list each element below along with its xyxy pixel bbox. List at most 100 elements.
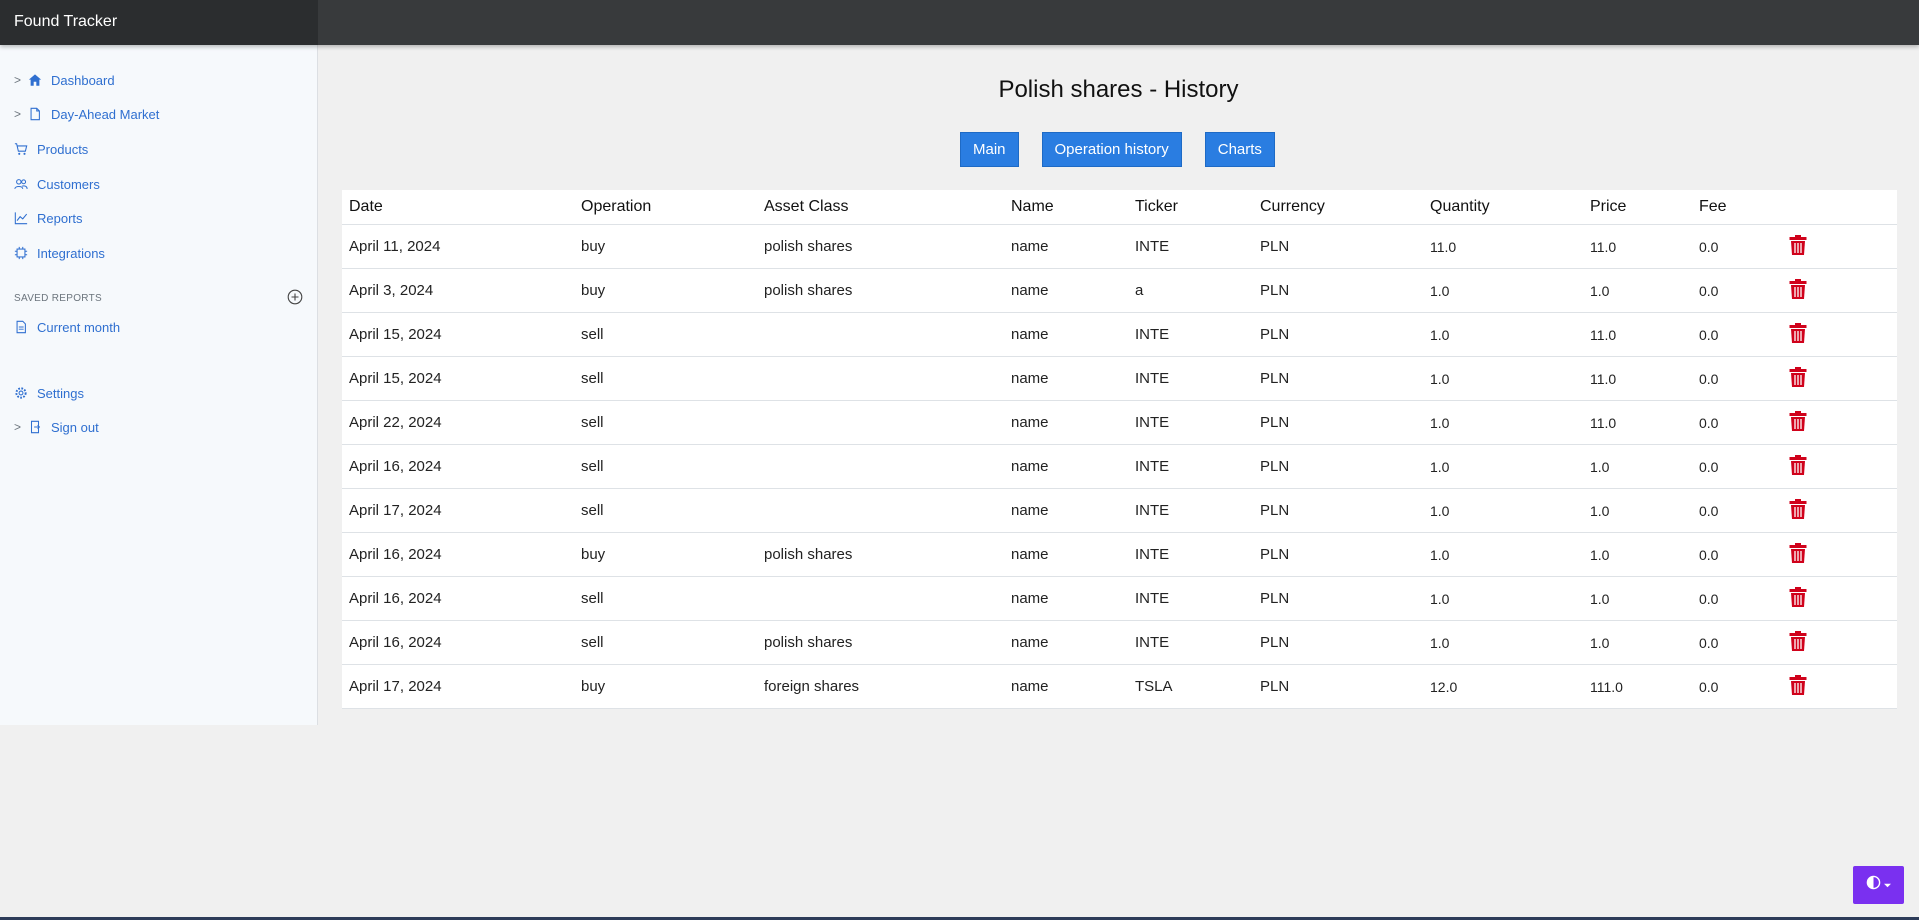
cell-operation: sell (574, 488, 757, 533)
cell-price: 1.0 (1583, 620, 1692, 665)
cell-name: name (1004, 400, 1128, 445)
delete-icon[interactable] (1789, 454, 1807, 476)
sidebar-item-products[interactable]: Products (14, 139, 88, 159)
cell-name: name (1004, 532, 1128, 577)
chip-icon (14, 246, 28, 260)
charts-button[interactable]: Charts (1204, 132, 1275, 167)
cell-currency: PLN (1253, 576, 1423, 621)
cell-currency: PLN (1253, 224, 1423, 269)
cell-actions (1782, 664, 1897, 709)
app-brand[interactable]: Found Tracker (0, 0, 318, 45)
column-header-asset-class: Asset Class (757, 190, 1004, 225)
cell-asset-class (757, 356, 1004, 401)
cell-asset-class: polish shares (757, 224, 1004, 269)
delete-icon[interactable] (1789, 674, 1807, 696)
contrast-icon (1866, 875, 1881, 895)
chevron-right-icon: > (14, 107, 22, 121)
history-table-body: April 11, 2024 buy polish shares name INTE PL… (342, 224, 1897, 709)
cell-date: April 17, 2024 (342, 488, 574, 533)
column-header-ticker: Ticker (1128, 190, 1253, 225)
cell-name: name (1004, 620, 1128, 665)
sidebar-item-settings[interactable]: Settings (14, 383, 84, 403)
cell-ticker: a (1128, 268, 1253, 313)
cell-quantity: 1.0 (1423, 620, 1583, 665)
cell-date: April 22, 2024 (342, 400, 574, 445)
saved-reports-heading: SAVED REPORTS (14, 293, 102, 304)
table-row: April 3, 2024 buy polish shares name a PLN 1.0… (342, 268, 1897, 313)
cell-ticker: INTE (1128, 400, 1253, 445)
users-icon (14, 177, 28, 191)
delete-icon[interactable] (1789, 498, 1807, 520)
cell-fee: 0.0 (1692, 400, 1782, 445)
cell-asset-class: foreign shares (757, 664, 1004, 709)
cell-operation: buy (574, 224, 757, 269)
delete-icon[interactable] (1789, 366, 1807, 388)
sidebar-item-dashboard[interactable]: > Dashboard (14, 70, 115, 90)
cell-date: April 16, 2024 (342, 532, 574, 577)
cell-fee: 0.0 (1692, 620, 1782, 665)
sidebar-item-label: Reports (37, 210, 83, 226)
table-row: April 11, 2024 buy polish shares name INTE PL… (342, 224, 1897, 269)
history-table: Date Operation Asset Class Name Ticker C… (342, 190, 1897, 709)
top-navbar: Found Tracker (0, 0, 1919, 45)
delete-icon[interactable] (1789, 278, 1807, 300)
delete-icon[interactable] (1789, 542, 1807, 564)
cell-date: April 15, 2024 (342, 356, 574, 401)
cell-asset-class: polish shares (757, 268, 1004, 313)
cell-ticker: INTE (1128, 576, 1253, 621)
cell-asset-class: polish shares (757, 620, 1004, 665)
column-header-operation: Operation (574, 190, 757, 225)
main-button[interactable]: Main (960, 132, 1019, 167)
theme-toggle-button[interactable] (1853, 866, 1904, 904)
cell-actions (1782, 488, 1897, 533)
delete-icon[interactable] (1789, 410, 1807, 432)
cell-operation: sell (574, 356, 757, 401)
sidebar-item-day-ahead-market[interactable]: > Day-Ahead Market (14, 104, 159, 124)
add-report-icon[interactable] (287, 289, 303, 305)
cell-ticker: TSLA (1128, 664, 1253, 709)
delete-icon[interactable] (1789, 630, 1807, 652)
cell-price: 11.0 (1583, 400, 1692, 445)
sidebar-item-sign-out[interactable]: > Sign out (14, 417, 99, 437)
cell-operation: sell (574, 620, 757, 665)
saved-report-current-month[interactable]: Current month (14, 317, 120, 337)
cell-fee: 0.0 (1692, 664, 1782, 709)
cell-currency: PLN (1253, 312, 1423, 357)
operation-history-button[interactable]: Operation history (1041, 132, 1182, 167)
table-row: April 16, 2024 buy polish shares name INTE PL… (342, 532, 1897, 577)
cell-actions (1782, 576, 1897, 621)
caret-down-icon (1884, 876, 1891, 894)
cell-operation: sell (574, 400, 757, 445)
cell-price: 1.0 (1583, 532, 1692, 577)
cell-currency: PLN (1253, 268, 1423, 313)
cell-price: 11.0 (1583, 224, 1692, 269)
delete-icon[interactable] (1789, 234, 1807, 256)
delete-icon[interactable] (1789, 586, 1807, 608)
cell-fee: 0.0 (1692, 268, 1782, 313)
sidebar-item-integrations[interactable]: Integrations (14, 243, 105, 263)
cell-quantity: 1.0 (1423, 312, 1583, 357)
cell-asset-class (757, 312, 1004, 357)
cell-actions (1782, 532, 1897, 577)
cell-price: 1.0 (1583, 576, 1692, 621)
cell-date: April 17, 2024 (342, 664, 574, 709)
cell-actions (1782, 268, 1897, 313)
sidebar-item-reports[interactable]: Reports (14, 208, 83, 228)
cell-quantity: 1.0 (1423, 356, 1583, 401)
cell-operation: sell (574, 312, 757, 357)
cell-operation: buy (574, 532, 757, 577)
cell-quantity: 1.0 (1423, 400, 1583, 445)
cell-quantity: 1.0 (1423, 444, 1583, 489)
cell-date: April 16, 2024 (342, 620, 574, 665)
cell-actions (1782, 312, 1897, 357)
table-row: April 17, 2024 sell name INTE PLN 1.0 1.0 0.0 (342, 488, 1897, 533)
delete-icon[interactable] (1789, 322, 1807, 344)
cell-ticker: INTE (1128, 620, 1253, 665)
gear-icon (14, 386, 28, 400)
cell-currency: PLN (1253, 444, 1423, 489)
table-row: April 16, 2024 sell polish shares name INTE P… (342, 620, 1897, 665)
chevron-right-icon: > (14, 420, 22, 434)
cell-price: 111.0 (1583, 664, 1692, 709)
sidebar-item-customers[interactable]: Customers (14, 174, 100, 194)
sign-out-icon (28, 420, 42, 434)
